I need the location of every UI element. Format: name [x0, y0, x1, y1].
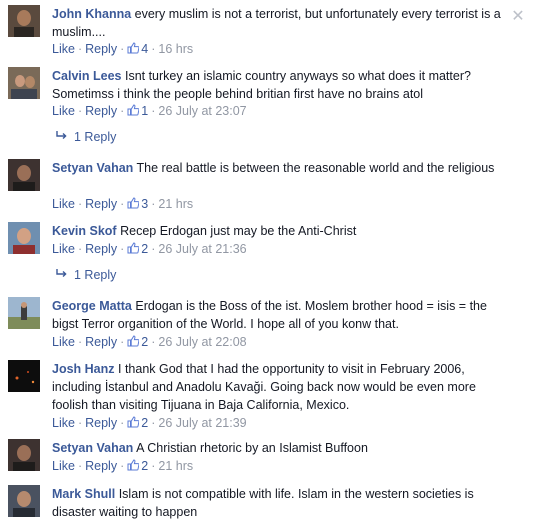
like-link[interactable]: Like	[52, 42, 75, 56]
separator: ·	[120, 335, 125, 349]
separator: ·	[77, 416, 83, 430]
comment-author[interactable]: Setyan Vahan	[52, 161, 133, 175]
reply-link[interactable]: Reply	[85, 416, 117, 430]
thumbs-up-icon	[127, 242, 140, 254]
separator: ·	[77, 335, 83, 349]
reply-link[interactable]: Reply	[85, 242, 117, 256]
avatar[interactable]	[8, 360, 40, 392]
comment-text: A Christian rhetoric by an Islamist Buff…	[136, 441, 368, 455]
like-link[interactable]: Like	[52, 104, 75, 118]
separator: ·	[120, 459, 125, 473]
separator: ·	[120, 42, 125, 56]
separator: ·	[151, 42, 156, 56]
separator: ·	[151, 335, 156, 349]
separator: ·	[120, 242, 125, 256]
like-link[interactable]: Like	[52, 242, 75, 256]
thumbs-up-icon	[127, 416, 140, 428]
comment-author[interactable]: John Khanna	[52, 7, 131, 21]
avatar[interactable]	[8, 297, 40, 329]
comment-timestamp[interactable]: 21 hrs	[158, 459, 193, 473]
comment-author[interactable]: Calvin Lees	[52, 69, 121, 83]
thumbs-up-icon	[127, 335, 140, 347]
avatar[interactable]	[8, 5, 40, 37]
like-link[interactable]: Like	[52, 459, 75, 473]
separator: ·	[151, 197, 156, 211]
thumbs-up-icon	[127, 104, 140, 116]
comment-body: Setyan Vahan A Christian rhetoric by an …	[52, 439, 511, 457]
like-link[interactable]: Like	[52, 335, 75, 349]
separator: ·	[151, 242, 156, 256]
close-icon[interactable]: ✕	[511, 9, 525, 25]
comment-body: George Matta Erdogan is the Boss of the …	[52, 297, 511, 333]
avatar[interactable]	[8, 439, 40, 471]
like-link[interactable]: Like	[52, 197, 75, 211]
separator: ·	[151, 459, 156, 473]
comment-body: John Khanna every muslim is not a terror…	[52, 5, 511, 41]
view-replies-link[interactable]: 1 Reply	[56, 266, 116, 284]
separator: ·	[77, 459, 83, 473]
separator: ·	[151, 416, 156, 430]
comment-actions: Like · Reply · 2 · 26 July at 21:39	[52, 414, 247, 432]
separator: ·	[77, 104, 83, 118]
comment-body: Setyan Vahan The real battle is between …	[52, 159, 511, 177]
separator: ·	[120, 197, 125, 211]
comment-actions: Like · Reply · 4 · 16 hrs	[52, 40, 193, 58]
separator: ·	[151, 104, 156, 118]
reply-count[interactable]: 1 Reply	[74, 268, 116, 282]
comment-text: Recep Erdogan just may be the Anti-Chris…	[120, 224, 357, 238]
separator: ·	[120, 104, 125, 118]
comment-text: I thank God that I had the opportunity t…	[52, 362, 476, 412]
comment-text: Islam is not compatible with life. Islam…	[52, 487, 474, 519]
comment-text: The real battle is between the reasonabl…	[136, 161, 495, 175]
comment-actions: Like · Reply · 1 · 26 July at 23:07	[52, 102, 247, 120]
comment-author[interactable]: Kevin Skof	[52, 224, 117, 238]
comment-actions: Like · Reply · 3 · 21 hrs	[52, 195, 193, 213]
separator: ·	[77, 242, 83, 256]
comment-body: Mark Shull Islam is not compatible with …	[52, 485, 511, 521]
avatar[interactable]	[8, 67, 40, 99]
comment-author[interactable]: Josh Hanz	[52, 362, 115, 376]
reply-link[interactable]: Reply	[85, 104, 117, 118]
comment-body: Kevin Skof Recep Erdogan just may be the…	[52, 222, 511, 240]
separator: ·	[120, 416, 125, 430]
comment-timestamp[interactable]: 21 hrs	[158, 197, 193, 211]
separator: ·	[77, 197, 83, 211]
comment-author[interactable]: Setyan Vahan	[52, 441, 133, 455]
comment-author[interactable]: George Matta	[52, 299, 132, 313]
view-replies-link[interactable]: 1 Reply	[56, 128, 116, 146]
reply-link[interactable]: Reply	[85, 335, 117, 349]
separator: ·	[77, 42, 83, 56]
thumbs-up-icon	[127, 459, 140, 471]
comment-timestamp[interactable]: 16 hrs	[158, 42, 193, 56]
reply-link[interactable]: Reply	[85, 42, 117, 56]
reply-link[interactable]: Reply	[85, 459, 117, 473]
comment-timestamp[interactable]: 26 July at 21:36	[158, 242, 246, 256]
comment-timestamp[interactable]: 26 July at 23:07	[158, 104, 246, 118]
reply-link[interactable]: Reply	[85, 197, 117, 211]
thumbs-up-icon	[127, 42, 140, 54]
comment-actions: Like · Reply · 2 · 26 July at 22:08	[52, 333, 247, 351]
comment-timestamp[interactable]: 26 July at 21:39	[158, 416, 246, 430]
avatar[interactable]	[8, 159, 40, 191]
comment-timestamp[interactable]: 26 July at 22:08	[158, 335, 246, 349]
comment-body: Calvin Lees Isnt turkey an islamic count…	[52, 67, 511, 103]
reply-count[interactable]: 1 Reply	[74, 130, 116, 144]
comment-actions: Like · Reply · 2 · 21 hrs	[52, 457, 193, 475]
comment-author[interactable]: Mark Shull	[52, 487, 115, 501]
avatar[interactable]	[8, 485, 40, 517]
avatar[interactable]	[8, 222, 40, 254]
like-link[interactable]: Like	[52, 416, 75, 430]
thumbs-up-icon	[127, 197, 140, 209]
reply-arrow-icon	[56, 267, 68, 279]
comment-actions: Like · Reply · 2 · 26 July at 21:36	[52, 240, 247, 258]
comment-body: Josh Hanz I thank God that I had the opp…	[52, 360, 511, 414]
reply-arrow-icon	[56, 129, 68, 141]
